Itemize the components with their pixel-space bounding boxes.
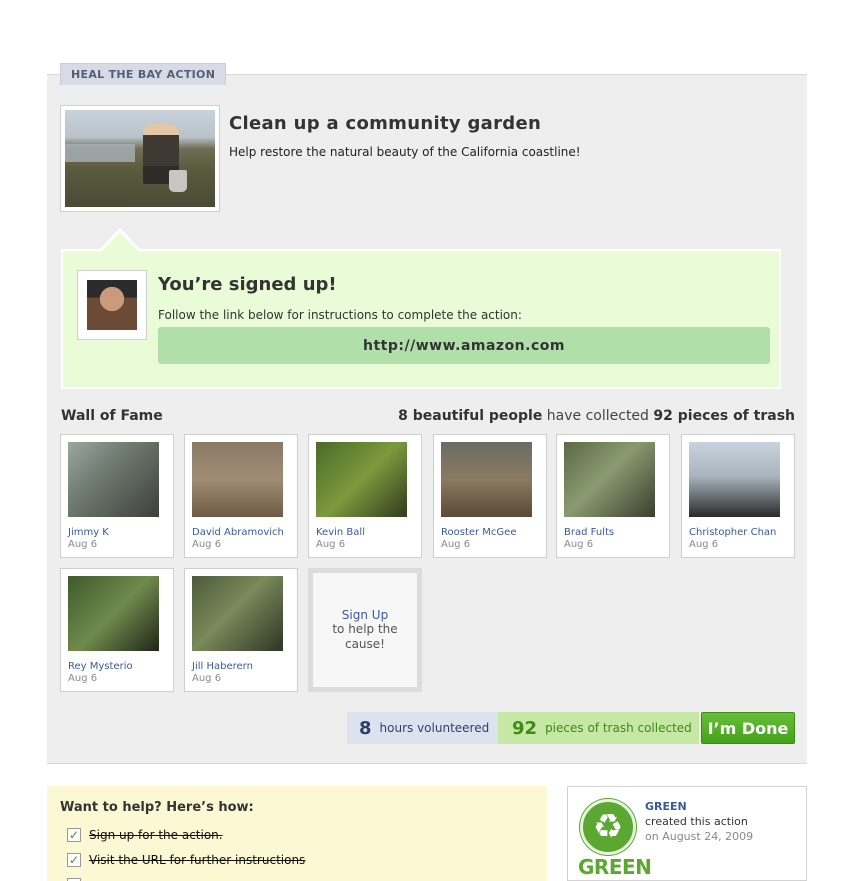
signup-card-inner: Sign Up to help the cause! (313, 573, 417, 687)
fame-photo (441, 442, 532, 517)
fame-card[interactable]: Rooster McGee Aug 6 (433, 434, 547, 558)
wall-of-fame-title: Wall of Fame (61, 408, 163, 424)
fame-photo (68, 442, 159, 517)
recycle-icon: ♻ (580, 799, 636, 855)
help-step-label: Sign up for the action. (89, 828, 223, 842)
avatar-image (87, 280, 137, 330)
fame-name[interactable]: Jill Haberern (192, 661, 290, 673)
hours-label: hours volunteered (379, 721, 490, 735)
creator-name[interactable]: GREEN (645, 800, 687, 813)
signed-up-title: You’re signed up! (158, 274, 337, 295)
fame-card[interactable]: Brad Fults Aug 6 (556, 434, 670, 558)
fame-name[interactable]: Christopher Chan (689, 527, 787, 539)
fame-card[interactable]: David Abramovich Aug 6 (184, 434, 298, 558)
fame-photo (689, 442, 780, 517)
action-url-link[interactable]: http://www.amazon.com (158, 327, 770, 364)
help-box: Want to help? Here’s how: ✓ Sign up for … (47, 786, 547, 881)
wall-of-fame-summary: 8 beautiful people have collected 92 pie… (398, 408, 795, 424)
signup-subtext: to help the cause! (332, 622, 398, 651)
signup-link[interactable]: Sign Up (342, 608, 388, 622)
section-tab: HEAL THE BAY ACTION (60, 63, 227, 85)
fame-date: Aug 6 (316, 539, 346, 550)
green-logo[interactable]: ♻ GREEN (578, 797, 652, 880)
creator-date: on August 24, 2009 (645, 830, 754, 843)
trash-value: 92 (512, 717, 538, 739)
trash-stat: 92 pieces of trash collected (498, 712, 699, 744)
trash-label: pieces of trash collected (545, 721, 692, 735)
callout-arrow-inner (102, 232, 138, 251)
fame-date: Aug 6 (441, 539, 471, 550)
summary-mid: have collected (542, 408, 654, 424)
fame-card[interactable]: Kevin Ball Aug 6 (308, 434, 422, 558)
signup-card[interactable]: Sign Up to help the cause! (308, 568, 422, 692)
help-step: ✓ Visit the URL for further instructions (67, 853, 305, 867)
action-subtitle: Help restore the natural beauty of the C… (229, 145, 581, 159)
help-step-label: Visit the URL for further instructions (89, 853, 306, 867)
checkbox-checked-icon[interactable]: ✓ (67, 828, 81, 842)
hours-value: 8 (359, 717, 372, 739)
action-title: Clean up a community garden (229, 113, 542, 134)
fame-name[interactable]: Kevin Ball (316, 527, 414, 539)
fame-name[interactable]: Rey Mysterio (68, 661, 166, 673)
action-photo (60, 105, 220, 212)
trash-count: 92 pieces of trash (653, 408, 795, 424)
fame-date: Aug 6 (192, 539, 222, 550)
fame-photo (564, 442, 655, 517)
fame-date: Aug 6 (68, 539, 98, 550)
creator-action: created this action (645, 815, 748, 828)
fame-date: Aug 6 (192, 673, 222, 684)
fame-card[interactable]: Rey Mysterio Aug 6 (60, 568, 174, 692)
fame-photo (192, 442, 283, 517)
fame-name[interactable]: David Abramovich (192, 527, 290, 539)
help-step: ✓ Sign up for the action. (67, 828, 223, 842)
fame-date: Aug 6 (689, 539, 719, 550)
help-title: Want to help? Here’s how: (60, 800, 254, 815)
creator-box: ♻ GREEN GREEN created this action on Aug… (567, 786, 807, 881)
action-photo-image (65, 110, 215, 207)
fame-card[interactable]: Jill Haberern Aug 6 (184, 568, 298, 692)
fame-photo (68, 576, 159, 651)
fame-card[interactable]: Christopher Chan Aug 6 (681, 434, 795, 558)
green-logo-text: GREEN (578, 855, 652, 879)
checkbox-checked-icon[interactable]: ✓ (67, 853, 81, 867)
fame-name[interactable]: Rooster McGee (441, 527, 539, 539)
done-button[interactable]: I’m Done (701, 712, 795, 744)
user-avatar[interactable] (77, 270, 147, 340)
hours-stat: 8 hours volunteered (347, 712, 498, 744)
fame-card[interactable]: Jimmy K Aug 6 (60, 434, 174, 558)
fame-date: Aug 6 (68, 673, 98, 684)
signed-up-instructions: Follow the link below for instructions t… (158, 308, 522, 322)
fame-photo (316, 442, 407, 517)
fame-date: Aug 6 (564, 539, 594, 550)
fame-name[interactable]: Brad Fults (564, 527, 662, 539)
fame-photo (192, 576, 283, 651)
fame-name[interactable]: Jimmy K (68, 527, 166, 539)
people-count: 8 beautiful people (398, 408, 543, 424)
